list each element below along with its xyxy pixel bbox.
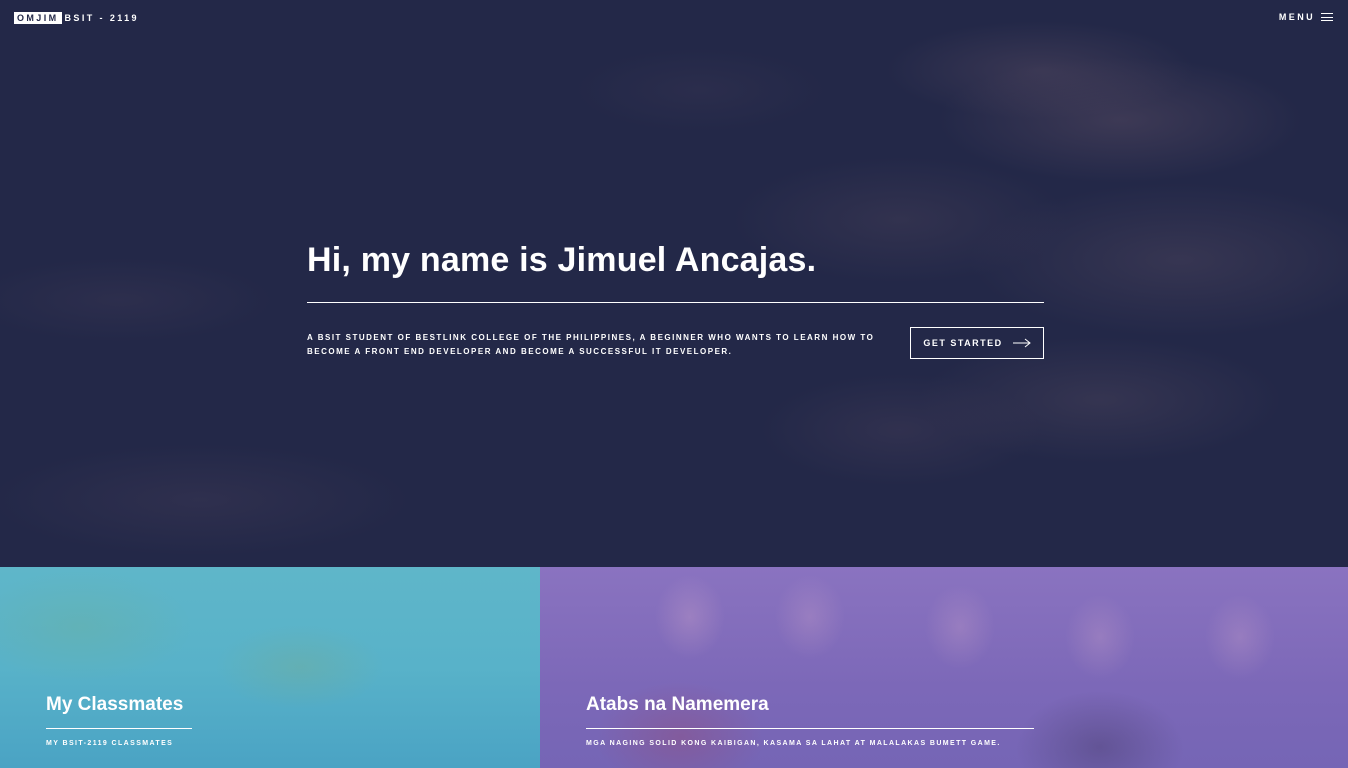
- get-started-button[interactable]: GET STARTED: [910, 327, 1044, 359]
- card-subtitle: MY BSIT-2119 CLASSMATES: [46, 740, 174, 747]
- hero-divider: [307, 302, 1044, 303]
- brand-box: OMJIM: [14, 12, 62, 24]
- arrow-right-icon: [1012, 338, 1031, 348]
- brand-logo[interactable]: OMJIM BSIT - 2119: [14, 12, 139, 24]
- card-classmates[interactable]: My Classmates MY BSIT-2119 CLASSMATES: [0, 567, 540, 768]
- card-title: My Classmates: [46, 694, 184, 715]
- hamburger-icon: [1321, 13, 1333, 21]
- brand-text: BSIT - 2119: [64, 13, 139, 23]
- menu-button[interactable]: MENU: [1279, 12, 1333, 22]
- hero-tagline: A BSIT STUDENT OF BESTLINK COLLEGE OF TH…: [307, 333, 875, 356]
- card-friends[interactable]: Atabs na Namemera MGA NAGING SOLID KONG …: [540, 567, 1348, 768]
- card-subtitle: MGA NAGING SOLID KONG KAIBIGAN, KASAMA S…: [586, 740, 1001, 747]
- card-title: Atabs na Namemera: [586, 694, 769, 715]
- hero-headline: Hi, my name is Jimuel Ancajas.: [307, 241, 817, 279]
- card-divider: [586, 728, 1034, 729]
- get-started-label: GET STARTED: [923, 338, 1003, 348]
- menu-label: MENU: [1278, 12, 1315, 22]
- hero-section: OMJIM BSIT - 2119 MENU Hi, my name is Ji…: [0, 0, 1348, 567]
- card-divider: [46, 728, 192, 729]
